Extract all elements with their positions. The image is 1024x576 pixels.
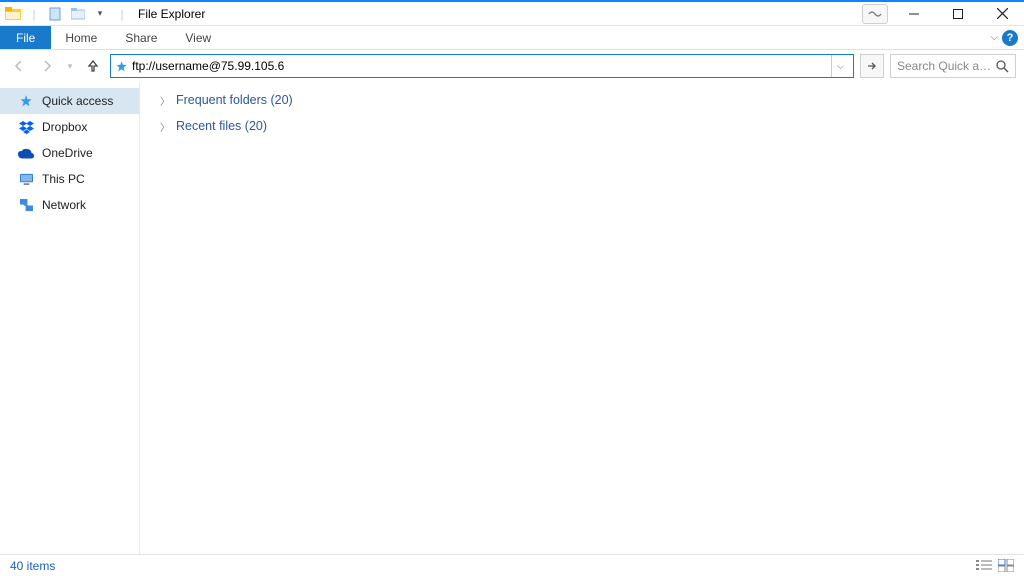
qat-separator: |: [24, 4, 44, 24]
ribbon-chevron-icon[interactable]: ⌵: [990, 32, 998, 43]
quick-access-toolbar: | ▾ |: [0, 4, 132, 24]
group-label: Recent files (20): [176, 119, 267, 133]
large-icons-view-icon[interactable]: [998, 559, 1014, 572]
help-icon[interactable]: ?: [1002, 30, 1018, 46]
status-text: 40 items: [10, 559, 55, 573]
window-title: File Explorer: [138, 7, 205, 21]
status-bar: 40 items: [0, 554, 1024, 576]
tab-home[interactable]: Home: [51, 26, 111, 49]
chevron-right-icon: 〉: [160, 119, 170, 134]
chevron-right-icon: 〉: [160, 93, 170, 108]
address-bar[interactable]: ⌵: [110, 54, 854, 78]
ribbon-right: ⌵ ?: [990, 26, 1024, 49]
content-pane: 〉 Frequent folders (20) 〉 Recent files (…: [140, 82, 1024, 554]
navigation-pane: Quick access Dropbox OneDrive This PC Ne…: [0, 82, 140, 554]
sidebar-item-network[interactable]: Network: [0, 192, 139, 218]
address-dropdown-icon[interactable]: ⌵: [831, 55, 849, 77]
title-bar: | ▾ | File Explorer: [0, 0, 1024, 26]
quick-access-star-icon: [115, 60, 128, 73]
window-controls: [862, 1, 1024, 27]
sidebar-item-label: Quick access: [42, 94, 113, 108]
properties-icon[interactable]: [46, 4, 66, 24]
search-icon: [996, 60, 1009, 73]
maximize-button[interactable]: [936, 1, 980, 27]
file-explorer-icon: [4, 5, 22, 23]
minimize-button[interactable]: [892, 1, 936, 27]
back-button[interactable]: [8, 55, 30, 77]
body: Quick access Dropbox OneDrive This PC Ne…: [0, 82, 1024, 554]
onedrive-icon: [18, 145, 34, 161]
navigation-row: ▾ ⌵ Search Quick acc...: [0, 50, 1024, 82]
go-button[interactable]: [860, 54, 884, 78]
address-input[interactable]: [132, 59, 831, 73]
file-tab[interactable]: File: [0, 26, 51, 49]
sidebar-item-label: OneDrive: [42, 146, 93, 160]
sidebar-item-label: Network: [42, 198, 86, 212]
search-placeholder: Search Quick acc...: [897, 59, 996, 73]
star-icon: [18, 93, 34, 109]
group-label: Frequent folders (20): [176, 93, 293, 107]
forward-button[interactable]: [36, 55, 58, 77]
sidebar-item-quick-access[interactable]: Quick access: [0, 88, 139, 114]
search-box[interactable]: Search Quick acc...: [890, 54, 1016, 78]
group-frequent-folders[interactable]: 〉 Frequent folders (20): [160, 88, 1004, 112]
dropbox-icon: [18, 119, 34, 135]
close-button[interactable]: [980, 1, 1024, 27]
network-icon: [18, 197, 34, 213]
ribbon: File Home Share View ⌵ ?: [0, 26, 1024, 50]
sidebar-item-label: Dropbox: [42, 120, 87, 134]
qat-separator-2: |: [112, 4, 132, 24]
easy-access-icon[interactable]: [862, 4, 888, 24]
new-folder-icon[interactable]: [68, 4, 88, 24]
details-view-icon[interactable]: [976, 559, 992, 572]
sidebar-item-label: This PC: [42, 172, 85, 186]
monitor-icon: [18, 171, 34, 187]
tab-view[interactable]: View: [171, 26, 225, 49]
sidebar-item-this-pc[interactable]: This PC: [0, 166, 139, 192]
qat-dropdown-icon[interactable]: ▾: [90, 4, 110, 24]
recent-locations-dropdown[interactable]: ▾: [64, 55, 76, 77]
up-button[interactable]: [82, 55, 104, 77]
sidebar-item-onedrive[interactable]: OneDrive: [0, 140, 139, 166]
tab-share[interactable]: Share: [111, 26, 171, 49]
sidebar-item-dropbox[interactable]: Dropbox: [0, 114, 139, 140]
group-recent-files[interactable]: 〉 Recent files (20): [160, 114, 1004, 138]
view-mode-switcher: [976, 559, 1014, 572]
